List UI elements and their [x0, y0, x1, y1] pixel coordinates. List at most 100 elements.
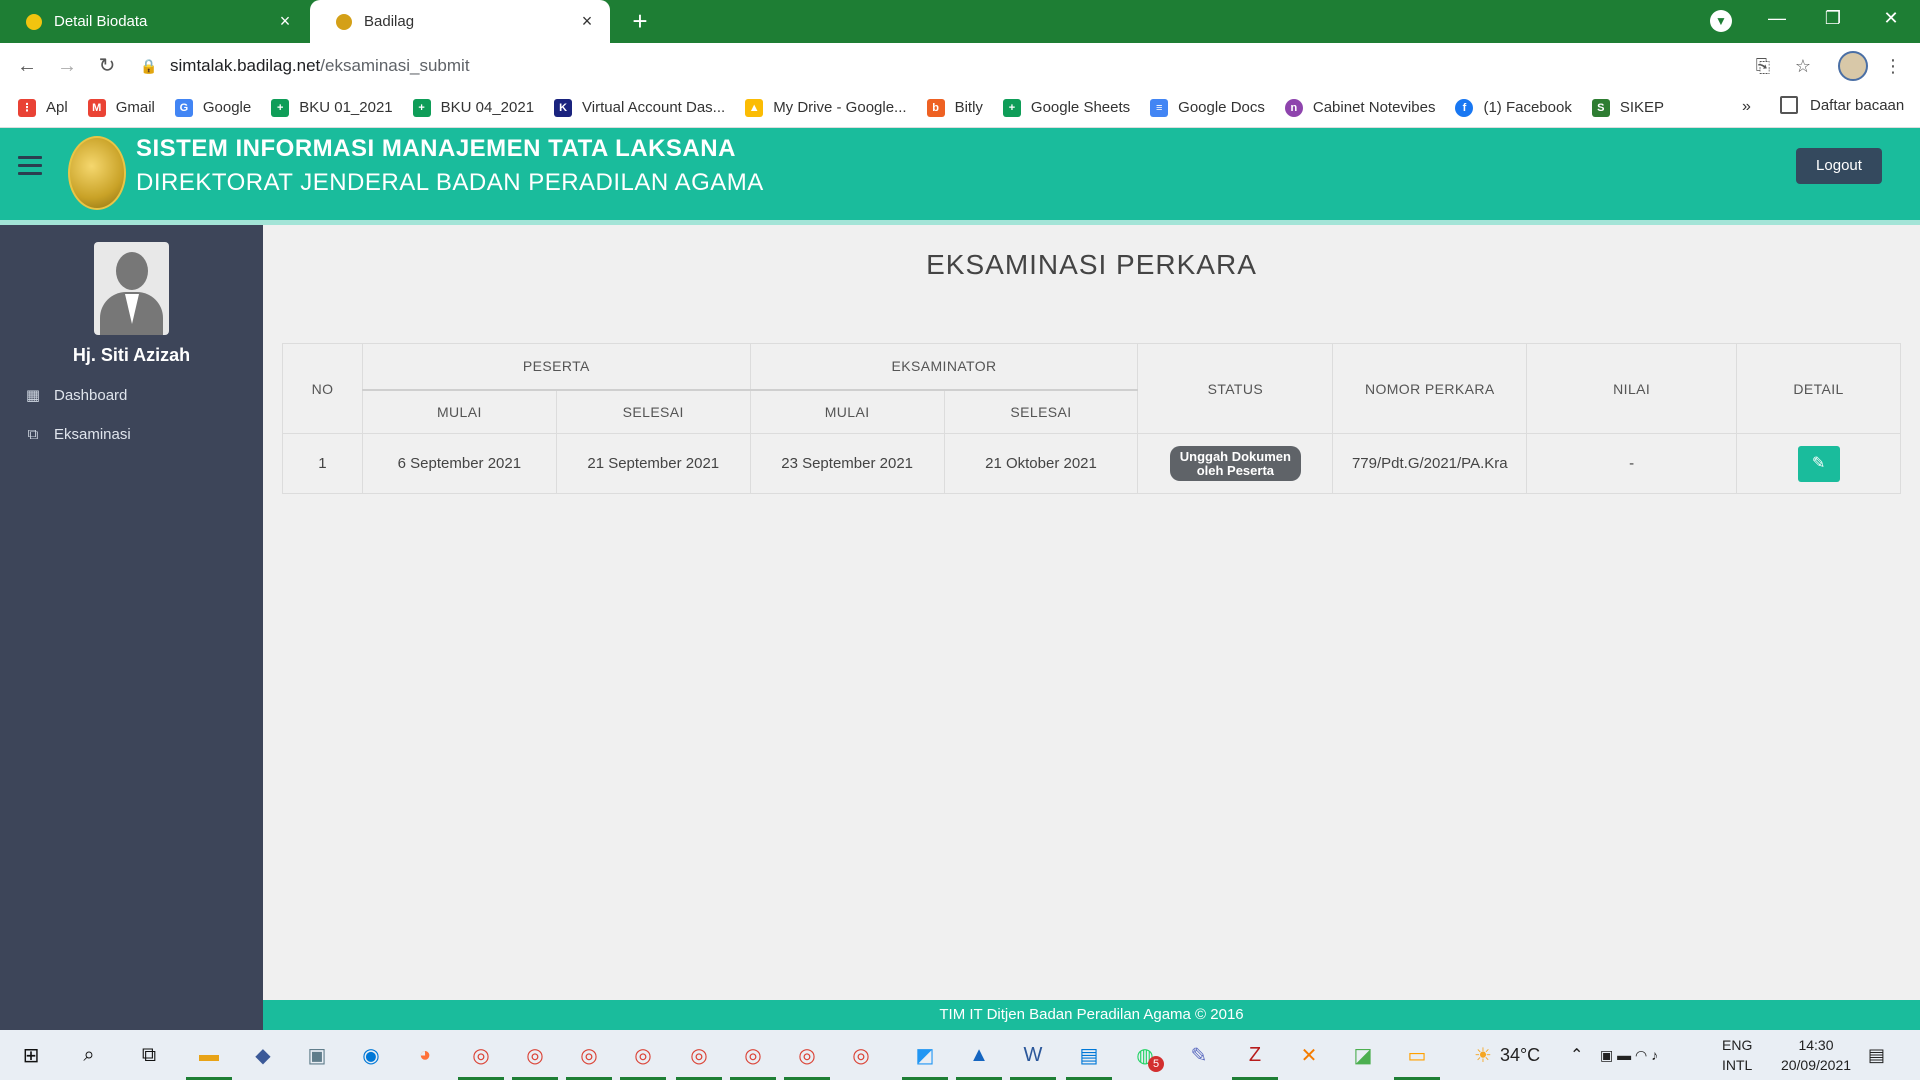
bookmark-star-icon[interactable]: ☆: [1790, 53, 1816, 79]
status-badge-line1: Unggah Dokumen: [1179, 449, 1291, 464]
chrome-icon[interactable]: ◎: [730, 1040, 776, 1080]
weather-widget[interactable]: ☀ 34°C: [1474, 1030, 1540, 1080]
clock[interactable]: 14:30 20/09/2021: [1766, 1030, 1866, 1080]
filezilla-icon[interactable]: Z: [1232, 1040, 1278, 1080]
tab-close-icon[interactable]: ×: [276, 11, 294, 32]
tab-title: Badilag: [364, 13, 415, 30]
reading-list-icon: [1780, 96, 1798, 114]
app-icon[interactable]: ◆: [248, 1040, 278, 1070]
close-window-button[interactable]: ✕: [1876, 8, 1906, 29]
minimize-button[interactable]: —: [1762, 8, 1792, 29]
reading-list-button[interactable]: Daftar bacaan: [1780, 96, 1904, 114]
bookmark-sikep[interactable]: S SIKEP: [1591, 98, 1664, 117]
bookmark-facebook[interactable]: f (1) Facebook: [1455, 98, 1572, 117]
sidebar-item-eksaminasi[interactable]: ⧉ Eksaminasi: [24, 426, 131, 443]
sidebar: Hj. Siti Azizah ▦ Dashboard ⧉ Eksaminasi: [0, 225, 263, 1030]
file-explorer-icon[interactable]: ▬: [186, 1040, 232, 1080]
bookmark-google-docs[interactable]: ≡ Google Docs: [1150, 98, 1265, 117]
bookmark-label: Bitly: [954, 99, 983, 116]
sheets-icon: +: [412, 98, 431, 117]
bookmark-gmail[interactable]: M Gmail: [87, 98, 155, 117]
notifications-icon[interactable]: ▤: [1868, 1030, 1885, 1080]
bitly-icon: b: [926, 98, 945, 117]
app-icon[interactable]: ◩: [902, 1040, 948, 1080]
word-icon[interactable]: W: [1010, 1040, 1056, 1080]
tools-icon[interactable]: ▣: [302, 1040, 332, 1070]
app-icon[interactable]: ▭: [1394, 1040, 1440, 1080]
tab-title: Detail Biodata: [54, 13, 148, 30]
status-badge: Unggah Dokumen oleh Peserta: [1169, 446, 1301, 481]
chrome-icon[interactable]: ◎: [458, 1040, 504, 1080]
tab-badilag[interactable]: Badilag ×: [310, 0, 610, 43]
chrome-icon[interactable]: ◎: [566, 1040, 612, 1080]
address-bar[interactable]: 🔒 simtalak.badilag.net/eksaminasi_submit: [140, 49, 1780, 83]
va-icon: K: [554, 98, 573, 117]
bookmark-apl[interactable]: ⋮ Apl: [18, 98, 68, 117]
xampp-icon[interactable]: ✕: [1294, 1040, 1324, 1070]
windows-start-icon[interactable]: ⊞: [16, 1040, 46, 1070]
reload-icon[interactable]: ↻: [92, 51, 122, 81]
photos-icon[interactable]: ▲: [956, 1040, 1002, 1080]
column-header-nomor-perkara: NOMOR PERKARA: [1332, 343, 1528, 434]
column-header-eksaminator-mulai: MULAI: [749, 389, 945, 434]
bookmark-bku-01[interactable]: + BKU 01_2021: [271, 98, 393, 117]
bookmark-label: Google Sheets: [1030, 99, 1131, 116]
bookmark-bku-04[interactable]: + BKU 04_2021: [412, 98, 535, 117]
bookmark-google[interactable]: G Google: [174, 98, 251, 117]
column-header-peserta-mulai: MULAI: [361, 389, 557, 434]
browser-tab-bar: Detail Biodata × Badilag × + ▼ — ❐ ✕: [0, 0, 1920, 43]
detail-edit-button[interactable]: ✎: [1797, 445, 1840, 482]
bookmarks-overflow-button[interactable]: »: [1742, 98, 1751, 116]
back-arrow-icon[interactable]: ←: [12, 51, 42, 81]
sidebar-item-dashboard[interactable]: ▦ Dashboard: [24, 387, 127, 404]
search-icon[interactable]: ⌕: [74, 1040, 104, 1070]
app-icon[interactable]: ◪: [1348, 1040, 1378, 1070]
bookmark-bitly[interactable]: b Bitly: [926, 98, 983, 117]
language-indicator[interactable]: ENG INTL: [1722, 1030, 1752, 1080]
chrome-icon[interactable]: ◎: [784, 1040, 830, 1080]
facebook-icon: f: [1455, 98, 1474, 117]
chrome-icon[interactable]: ◎: [846, 1040, 876, 1070]
bookmark-label: My Drive - Google...: [773, 99, 907, 116]
cell-eksaminator-mulai: 23 September 2021: [749, 433, 945, 494]
cell-status: Unggah Dokumen oleh Peserta: [1137, 433, 1334, 494]
browser-menu-icon[interactable]: ⋮: [1880, 53, 1906, 79]
tab-detail-biodata[interactable]: Detail Biodata ×: [0, 0, 308, 43]
table-row: 1 6 September 2021 21 September 2021 23 …: [282, 433, 1901, 494]
app-icon[interactable]: ▤: [1066, 1040, 1112, 1080]
status-badge-line2: oleh Peserta: [1196, 463, 1275, 478]
avatar: [94, 242, 169, 335]
bookmark-label: BKU 04_2021: [440, 99, 535, 116]
cell-detail: ✎: [1736, 433, 1901, 494]
tab-close-icon[interactable]: ×: [578, 11, 596, 32]
forward-arrow-icon[interactable]: →: [52, 51, 82, 81]
profile-avatar[interactable]: [1838, 51, 1868, 81]
bookmark-cabinet-notevibes[interactable]: n Cabinet Notevibes: [1284, 98, 1435, 117]
task-view-icon[interactable]: ⧉: [134, 1040, 164, 1070]
chrome-icon[interactable]: ◎: [512, 1040, 558, 1080]
edge-icon[interactable]: ◉: [356, 1040, 386, 1070]
hamburger-menu-icon[interactable]: [18, 156, 42, 180]
tray-icons[interactable]: ▣ ▬ ◠ ♪: [1600, 1030, 1658, 1080]
firefox-icon[interactable]: ◕: [410, 1040, 440, 1070]
chrome-icon[interactable]: ◎: [620, 1040, 666, 1080]
new-tab-button[interactable]: +: [625, 6, 655, 37]
badilag-favicon-icon: [26, 13, 42, 30]
chrome-icon[interactable]: ◎: [676, 1040, 722, 1080]
restore-button[interactable]: ❐: [1818, 8, 1848, 29]
whatsapp-icon[interactable]: ◍ 5: [1130, 1040, 1164, 1072]
cell-no: 1: [282, 433, 363, 494]
bookmark-label: Apl: [46, 99, 68, 116]
cell-nilai: -: [1526, 433, 1738, 494]
paint-icon[interactable]: ✎: [1184, 1040, 1214, 1070]
eksaminasi-table: NO PESERTA EKSAMINATOR STATUS NOMOR PERK…: [282, 343, 1901, 494]
logout-button[interactable]: Logout: [1796, 148, 1882, 184]
bookmark-virtual-account[interactable]: K Virtual Account Das...: [554, 98, 725, 117]
bookmark-my-drive[interactable]: ▲ My Drive - Google...: [745, 98, 907, 117]
bookmark-label: BKU 01_2021: [299, 99, 393, 116]
translate-icon[interactable]: ⎘: [1750, 53, 1776, 79]
tab-search-icon[interactable]: ▼: [1710, 10, 1732, 32]
bookmark-google-sheets[interactable]: + Google Sheets: [1002, 98, 1131, 117]
page-title: EKSAMINASI PERKARA: [926, 249, 1257, 280]
chevron-up-icon[interactable]: ⌃: [1570, 1030, 1583, 1080]
